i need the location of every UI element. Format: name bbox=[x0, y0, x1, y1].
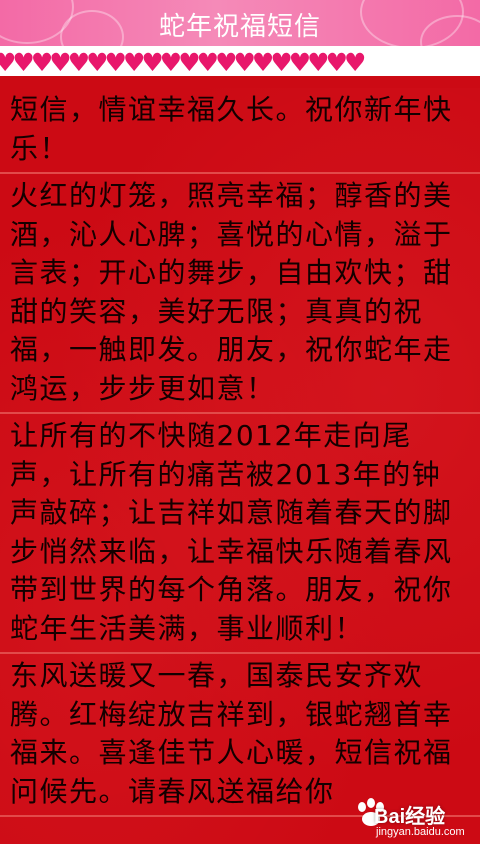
baidu-jingyan-watermark: Bai经验 jingyan.baidu.com bbox=[354, 798, 474, 842]
app-header: 蛇年祝福短信 bbox=[0, 0, 480, 52]
heart-icon: ♥ bbox=[141, 48, 164, 76]
heart-icon: ♥ bbox=[0, 48, 17, 76]
list-item[interactable]: 短信，情谊幸福久长。祝你新年快乐！ bbox=[0, 88, 480, 174]
heart-icon: ♥ bbox=[12, 48, 35, 76]
heart-icon: ♥ bbox=[307, 48, 330, 76]
heart-icon: ♥ bbox=[270, 48, 293, 76]
watermark-brand: Bai经验 bbox=[374, 806, 446, 828]
heart-icon-row: ♥♥♥♥♥♥♥♥♥♥♥♥♥♥♥♥♥♥♥♥ bbox=[0, 48, 367, 76]
list-item[interactable]: 东风送暖又一春，国泰民安齐欢腾。红梅绽放吉祥到，银蛇翘首幸福来。喜逢佳节人心暖，… bbox=[0, 654, 480, 817]
heart-icon: ♥ bbox=[325, 48, 349, 76]
watermark-url: jingyan.baidu.com bbox=[376, 826, 465, 838]
heart-icon: ♥ bbox=[196, 48, 220, 76]
heart-icon: ♥ bbox=[159, 48, 183, 76]
heart-icon: ♥ bbox=[49, 48, 72, 76]
heart-icon: ♥ bbox=[251, 48, 275, 76]
heart-icon: ♥ bbox=[104, 48, 128, 76]
heart-icon: ♥ bbox=[67, 48, 91, 76]
heart-icon: ♥ bbox=[344, 48, 367, 76]
heart-icon: ♥ bbox=[288, 48, 312, 76]
heart-icon: ♥ bbox=[86, 48, 109, 76]
heart-icon: ♥ bbox=[215, 48, 238, 76]
page-title: 蛇年祝福短信 bbox=[158, 12, 321, 42]
list-item[interactable]: 让所有的不快随2012年走向尾声，让所有的痛苦被2013年的钟声敲碎；让吉祥如意… bbox=[0, 414, 480, 654]
heart-icon: ♥ bbox=[122, 48, 146, 76]
heart-icon: ♥ bbox=[30, 48, 54, 76]
heart-icon: ♥ bbox=[178, 48, 201, 76]
heart-icon: ♥ bbox=[233, 48, 256, 76]
heart-border: ♥♥♥♥♥♥♥♥♥♥♥♥♥♥♥♥♥♥♥♥ bbox=[0, 46, 480, 76]
list-item[interactable]: 火红的灯笼，照亮幸福；醇香的美酒，沁人心脾；喜悦的心情，溢于言表；开心的舞步，自… bbox=[0, 174, 480, 414]
message-list[interactable]: 短信，情谊幸福久长。祝你新年快乐！ 火红的灯笼，照亮幸福；醇香的美酒，沁人心脾；… bbox=[0, 88, 480, 844]
